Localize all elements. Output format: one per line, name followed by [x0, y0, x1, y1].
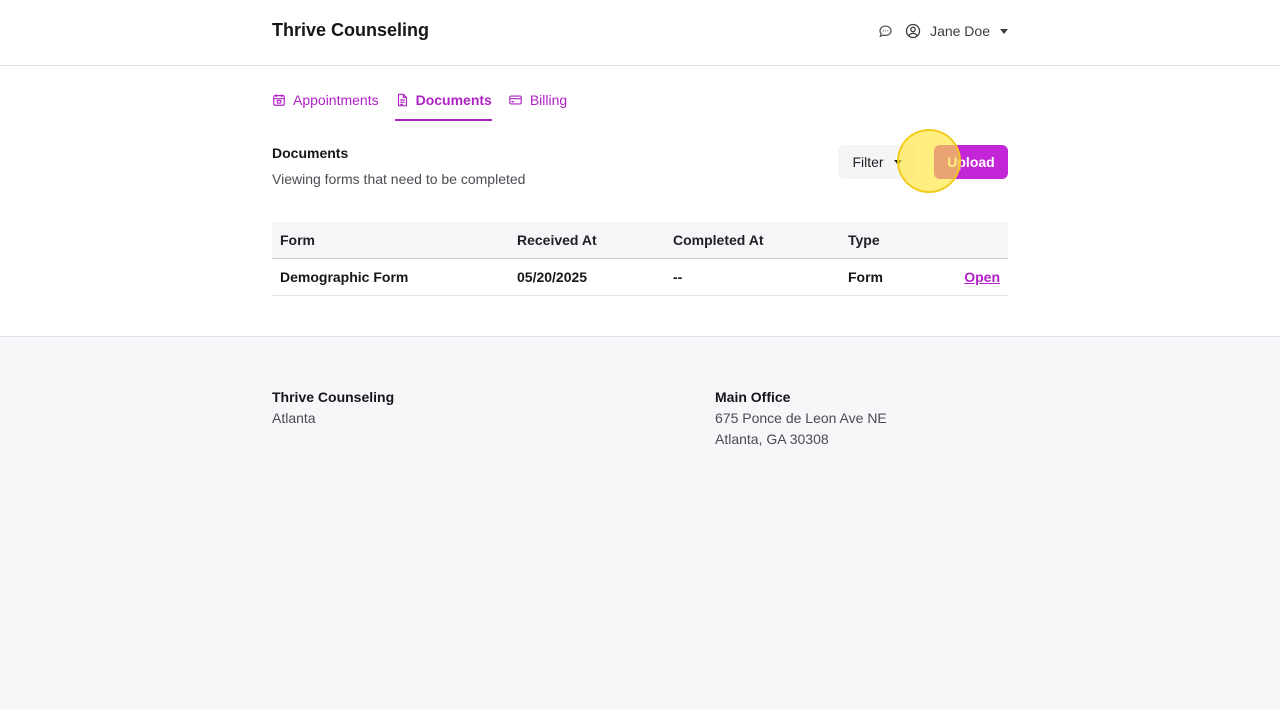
page-title: Documents	[272, 145, 349, 161]
tab-documents-label: Documents	[415, 92, 492, 108]
table-header: Form Received At Completed At Type	[272, 222, 1008, 259]
upload-label: Upload	[947, 154, 995, 170]
user-avatar-icon	[904, 22, 922, 40]
chat-icon[interactable]	[876, 22, 894, 40]
credit-card-icon	[508, 92, 523, 110]
table-row: Demographic Form 05/20/2025 -- Form Open	[272, 259, 1008, 296]
footer-address-line2: Atlanta, GA 30308	[715, 431, 829, 447]
header-actions: Jane Doe	[876, 22, 1008, 40]
tab-bar: Appointments Documents Billing	[272, 88, 567, 121]
chevron-down-icon	[1000, 28, 1008, 34]
documents-table: Form Received At Completed At Type Demog…	[272, 222, 1008, 296]
user-name: Jane Doe	[930, 23, 990, 39]
footer-office-title: Main Office	[715, 389, 791, 405]
footer-address-line1: 675 Ponce de Leon Ave NE	[715, 410, 887, 426]
cell-type: Form	[848, 269, 883, 285]
footer-practice-city: Atlanta	[272, 410, 316, 426]
brand-name[interactable]: Thrive Counseling	[272, 20, 429, 41]
top-header: Thrive Counseling Jane Doe	[0, 0, 1280, 66]
filter-chevron-down-icon	[893, 159, 902, 165]
footer-office-address: Main Office 675 Ponce de Leon Ave NE Atl…	[715, 387, 887, 450]
cell-completed-at: --	[673, 269, 683, 285]
column-header-form: Form	[280, 232, 315, 248]
page-subtitle: Viewing forms that need to be completed	[272, 171, 526, 187]
cell-received-at: 05/20/2025	[517, 269, 588, 285]
tab-appointments-label: Appointments	[293, 92, 379, 108]
column-header-type: Type	[848, 232, 880, 248]
calendar-icon	[272, 92, 286, 110]
tab-billing[interactable]: Billing	[508, 88, 567, 121]
tab-appointments[interactable]: Appointments	[272, 88, 379, 121]
filter-button[interactable]: Filter	[838, 145, 916, 179]
tab-documents[interactable]: Documents	[394, 88, 492, 121]
document-icon	[395, 92, 409, 110]
filter-label: Filter	[852, 154, 884, 170]
open-link[interactable]: Open	[964, 259, 1000, 296]
footer-practice-name: Thrive Counseling	[272, 389, 395, 405]
user-menu[interactable]: Jane Doe	[904, 22, 1008, 40]
cell-form: Demographic Form	[280, 269, 409, 285]
footer: Thrive Counseling Atlanta Main Office 67…	[0, 336, 1280, 710]
column-header-completed-at: Completed At	[673, 232, 764, 248]
tab-billing-label: Billing	[529, 92, 568, 108]
column-header-received-at: Received At	[517, 232, 597, 248]
upload-button[interactable]: Upload	[934, 145, 1008, 179]
footer-practice-info: Thrive Counseling Atlanta	[272, 387, 394, 429]
